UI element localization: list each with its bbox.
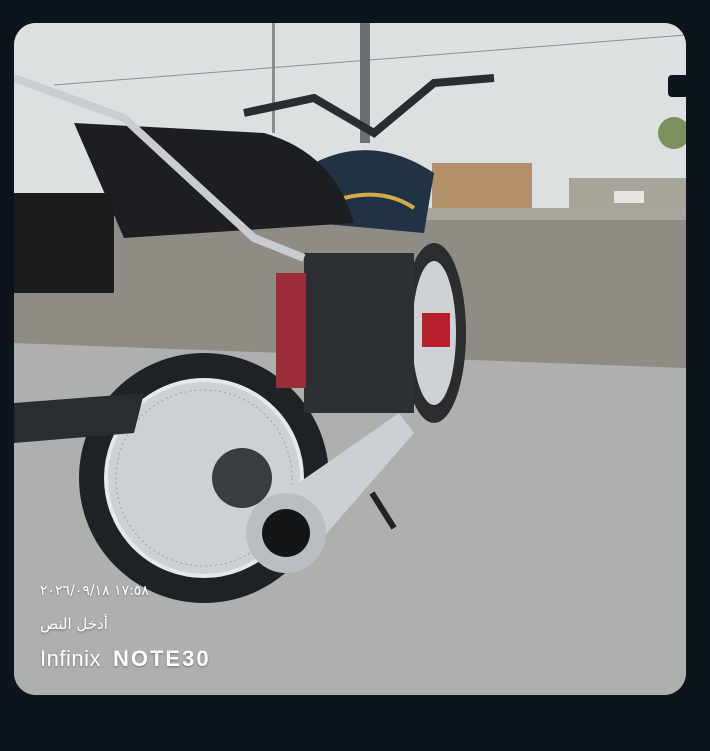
rear-shock (276, 273, 306, 388)
building (432, 163, 532, 208)
exhaust-tip (262, 509, 310, 557)
tail-light (14, 193, 114, 293)
engine (304, 253, 414, 413)
timestamp-overlay: ١٧:٥٨ ٢٠٢٦/٠٩/١٨ (40, 583, 149, 599)
corner-tab (668, 75, 686, 97)
brand-watermark: Infinix NOTE30 (40, 646, 211, 672)
brake-caliper (422, 313, 450, 347)
brand-maker: Infinix (40, 646, 101, 671)
brand-model: NOTE30 (112, 646, 211, 671)
caption-overlay[interactable]: أدخل النص (40, 615, 108, 633)
photo-card[interactable]: ١٧:٥٨ ٢٠٢٦/٠٩/١٨ أدخل النص Infinix NOTE3… (14, 23, 686, 695)
